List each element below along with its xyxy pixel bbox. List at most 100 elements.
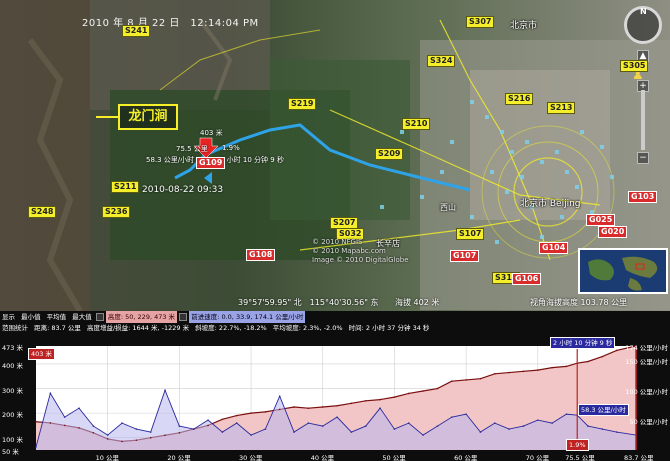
speed-point — [250, 434, 252, 436]
national-route: G020 — [598, 226, 628, 238]
elevation-point — [264, 411, 267, 413]
stats-row-range: 范围统计 距离: 83.7 公里 高度增益/损益: 1644 米, -1229 … — [0, 322, 670, 334]
elevation-point — [436, 387, 439, 390]
elevation-point — [493, 372, 496, 375]
speed-point — [121, 422, 123, 424]
speed-point — [307, 422, 310, 424]
road-shield: S241 — [122, 25, 151, 37]
x-tick-label: 70 公里 — [525, 454, 550, 461]
speed-point — [221, 431, 224, 433]
marker-time-badge: 2 小时 10 分钟 9 秒 — [550, 337, 616, 349]
national-route: G025 — [586, 214, 616, 226]
marker-elevation-badge: 403 米 — [28, 348, 55, 360]
elevation-point — [221, 418, 224, 421]
satellite-map[interactable]: 2010 年 8 月 22 日 12:14:04 PM N ▲ ♟ + − 龙门… — [0, 0, 670, 311]
marker-grade-badge: 1.9% — [566, 439, 589, 451]
road-shield: S213 — [547, 102, 576, 114]
overview-globe-map[interactable] — [578, 248, 668, 294]
compass-icon[interactable]: N — [624, 6, 662, 44]
range-avg-slope: 平均坡度: 2.3%, -2.0% — [272, 324, 343, 332]
place-pin-line — [96, 116, 118, 118]
speed-point — [63, 416, 66, 418]
speed-point — [551, 422, 553, 424]
national-route: G109 — [196, 157, 226, 169]
road-shield: S307 — [466, 16, 495, 28]
elevation-point — [565, 365, 568, 368]
speed-point — [192, 428, 195, 430]
speed-point — [450, 416, 453, 418]
speed-point — [479, 431, 482, 433]
x-tick-label: 83.7 公里 — [624, 454, 654, 461]
elevation-point — [63, 424, 66, 427]
elevation-point — [35, 420, 37, 423]
zoom-out-icon[interactable]: − — [637, 152, 649, 164]
speed-point — [35, 446, 37, 448]
speed-point — [379, 407, 381, 409]
elevation-point — [479, 377, 482, 380]
speed-toggle[interactable] — [179, 313, 188, 321]
speed-point — [422, 434, 424, 436]
compass-north-label: N — [640, 7, 647, 16]
elevation-point — [615, 349, 618, 352]
elevation-toggle[interactable] — [95, 313, 104, 321]
speed-point — [536, 419, 539, 421]
range-label: 范围统计 — [2, 324, 28, 332]
speed-point — [336, 416, 338, 418]
y-right-tick-label: 100 公里/小时 — [625, 388, 668, 397]
road-shield: S211 — [111, 181, 140, 193]
copyright-line: Image © 2010 DigitalGlobe — [312, 256, 409, 264]
speed-point — [135, 428, 138, 430]
speed-point — [601, 428, 604, 430]
speed-point — [235, 422, 238, 424]
marker-speed-badge: 58.3 公里/小时 — [578, 404, 629, 416]
elevation-point — [278, 408, 281, 411]
national-route: G107 — [450, 250, 480, 262]
elevation-point — [422, 390, 424, 392]
place-label-longmenjian[interactable]: 龙门涧 — [118, 104, 178, 130]
range-gain: 高度增益/损益: 1644 米, -1229 米 — [86, 324, 190, 332]
city-label: 北京市 — [510, 21, 538, 31]
x-tick-label: 10 公里 — [95, 454, 120, 461]
elevation-point — [587, 360, 589, 363]
elevation-point — [106, 438, 109, 440]
eye-altitude: 视角海拔高度 103.78 公里 — [530, 298, 628, 307]
range-slope: 斜坡度: 22.7%, -18.2% — [195, 324, 267, 332]
elevation-point — [601, 355, 604, 358]
elevation-point — [450, 380, 453, 382]
speed-point — [407, 422, 410, 424]
x-tick-label: 30 公里 — [239, 454, 263, 461]
road-shield: S305 — [620, 60, 649, 72]
road-shield: S210 — [402, 118, 431, 130]
road-shield: S324 — [427, 55, 456, 67]
city-label: 西山 — [440, 203, 456, 212]
range-time: 时间: 2 小时 37 分钟 34 秒 — [348, 324, 430, 332]
x-tick-label: 40 公里 — [310, 454, 335, 461]
elevation-point — [178, 431, 181, 434]
speed-point — [615, 431, 618, 433]
y-right-tick-label: 174 公里/小时 — [625, 344, 668, 352]
x-tick-label: 50 公里 — [382, 454, 406, 461]
elevation-point — [92, 431, 95, 434]
national-route: G103 — [628, 191, 658, 203]
speed-point — [164, 389, 166, 392]
road-shield: S236 — [102, 206, 131, 218]
speed-point — [278, 395, 281, 398]
speed-point — [92, 425, 95, 427]
speed-point — [508, 428, 510, 430]
elevation-point — [235, 414, 238, 417]
elevation-point — [307, 407, 310, 410]
road-shield: S107 — [456, 228, 485, 240]
elevation-point — [379, 398, 381, 401]
marker-distance: 75.5 公里 — [176, 145, 208, 153]
national-route: G106 — [512, 273, 542, 285]
road-shield: S248 — [28, 206, 57, 218]
national-route: G108 — [246, 249, 276, 261]
elevation-point — [293, 406, 295, 408]
marker-elevation: 403 米 — [200, 129, 223, 137]
speed-point — [207, 419, 209, 421]
speed-point — [321, 425, 324, 427]
start-datetime: 2010-08-22 09:33 — [142, 185, 224, 195]
road-shield: S219 — [288, 98, 317, 110]
range-distance: 距离: 83.7 公里 — [34, 324, 81, 332]
zoom-slider[interactable] — [641, 90, 645, 150]
